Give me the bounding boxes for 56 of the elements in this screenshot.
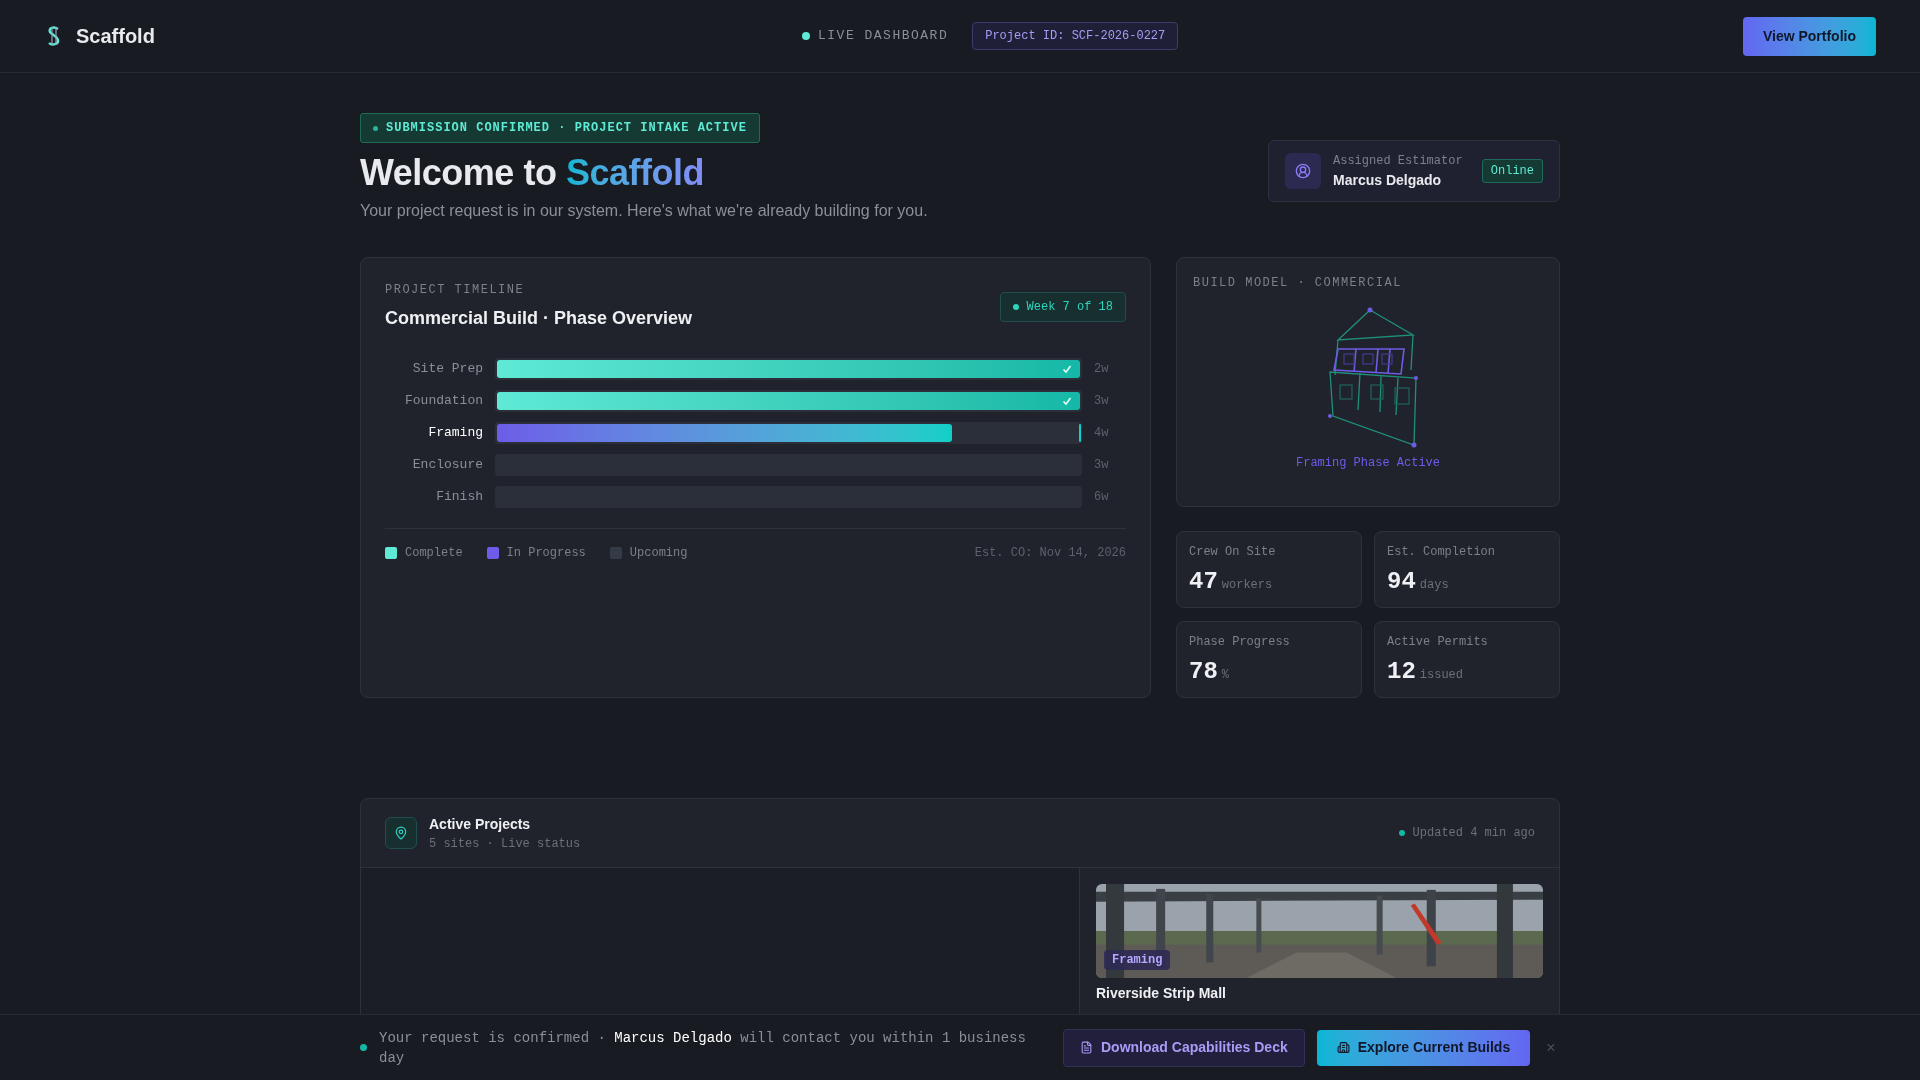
online-status: Online — [1481, 159, 1543, 183]
phase-label: Site Prep — [411, 360, 484, 379]
document-icon — [1080, 1041, 1093, 1054]
check-icon — [1062, 364, 1072, 374]
phase-label: Foundation — [404, 392, 484, 411]
building-icon — [1336, 1041, 1350, 1054]
check-icon — [1062, 396, 1072, 406]
timeline-eyebrow: PROJECT TIMELINE — [385, 282, 526, 299]
projects-title: Active Projects — [429, 814, 532, 834]
brand-name: Scaffold — [76, 24, 155, 49]
live-label: LIVE DASHBOARD — [818, 27, 949, 46]
status-text: SUBMISSION CONFIRMED · PROJECT INTAKE ACTIVE — [386, 120, 747, 137]
stat-unit: workers — [1221, 577, 1273, 594]
stat-label: Phase Progress — [1189, 634, 1291, 651]
stat-unit: issued — [1419, 667, 1464, 684]
view-portfolio-button[interactable]: View Portfolio — [1742, 16, 1876, 56]
confirmation-message: Your request is confirmed · Marcus Delgado will contact you within 1 business day — [379, 1028, 1027, 1068]
download-deck-button[interactable]: Download Capabilities Deck — [1063, 1028, 1305, 1067]
legend-label: In Progress — [506, 545, 586, 562]
estimator-label: Assigned Estimator — [1333, 152, 1464, 170]
phase-duration: 2w — [1093, 361, 1110, 378]
phase-label: Finish — [435, 488, 484, 507]
stat-unit: days — [1419, 577, 1449, 594]
timeline-title: Commercial Build · Phase Overview — [385, 307, 693, 330]
welcome-subtitle: Your project request is in our system. Here's what we're already building for you. — [360, 201, 928, 221]
stat-value: 94 — [1387, 567, 1416, 597]
projects-subtitle: 5 sites · Live status — [429, 835, 582, 853]
today-marker — [1079, 424, 1081, 442]
phase-label: Enclosure — [411, 456, 484, 475]
stat-label: Est. Completion — [1387, 544, 1497, 561]
avatar-icon — [1285, 153, 1321, 189]
stat-value: 47 — [1189, 567, 1218, 597]
week-text: Week 7 of 18 — [1026, 299, 1113, 316]
explore-builds-button[interactable]: Explore Current Builds — [1316, 1029, 1531, 1066]
welcome-title: Welcome to — [360, 152, 558, 193]
phase-duration: 6w — [1093, 489, 1110, 506]
project-id-tag: Project ID: SCF-2026-0227 — [972, 22, 1179, 50]
phase-caption: Framing Phase Active — [1296, 455, 1440, 472]
stat-value: 12 — [1387, 657, 1416, 687]
legend-label: Upcoming — [629, 545, 688, 562]
build-model-eyebrow: BUILD MODEL · COMMERCIAL — [1193, 275, 1403, 292]
legend-label: Complete — [405, 545, 463, 562]
phase-label: Framing — [427, 424, 484, 443]
map-pin-icon — [385, 817, 417, 849]
phase-duration: 3w — [1093, 457, 1110, 474]
estimator-name: Marcus Delgado — [1333, 170, 1443, 190]
project-name: Riverside Strip Mall — [1096, 984, 1227, 1002]
stat-unit: % — [1221, 667, 1229, 684]
updated-text: Updated 4 min ago — [1412, 825, 1535, 842]
phase-duration: 3w — [1093, 393, 1110, 410]
stat-label: Crew On Site — [1189, 544, 1277, 561]
phase-duration: 4w — [1093, 425, 1110, 442]
stat-value: 78 — [1189, 657, 1218, 687]
phase-tag: Framing — [1104, 950, 1171, 970]
stat-label: Active Permits — [1387, 634, 1489, 651]
estimated-completion: Est. CO: Nov 14, 2026 — [974, 545, 1126, 562]
